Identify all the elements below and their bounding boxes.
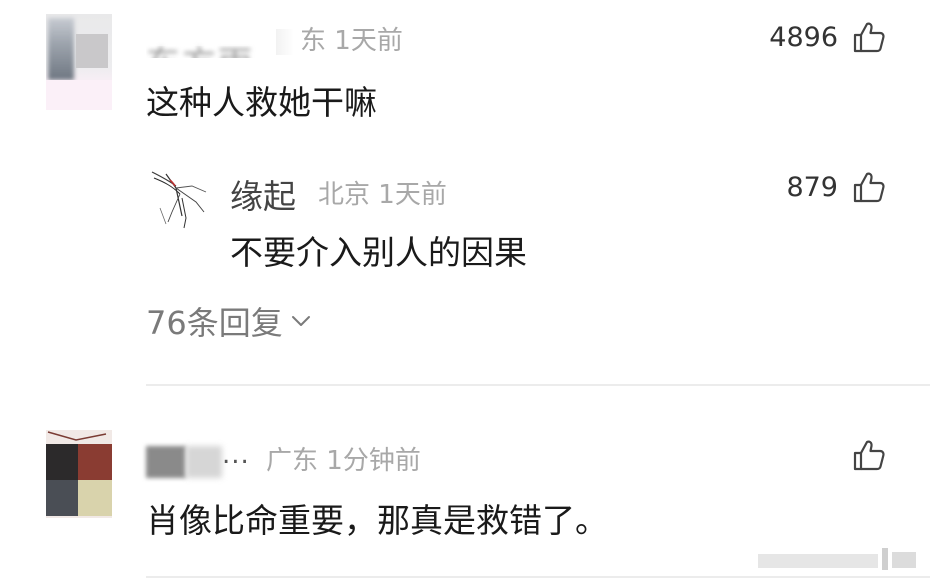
location: 广东	[266, 446, 319, 476]
timestamp: 1天前	[334, 26, 403, 56]
username-suffix: ...	[222, 440, 250, 470]
avatar[interactable]	[46, 14, 112, 110]
username-blurred[interactable]: 东方雨	[146, 22, 268, 58]
comment-text: 肖像比命重要，那真是救错了。	[146, 501, 608, 540]
timestamp: 1天前	[378, 180, 447, 210]
like-count: 4896	[769, 21, 838, 53]
thumbs-up-icon[interactable]	[852, 438, 886, 472]
reply-username[interactable]: 缘起	[230, 170, 296, 218]
view-replies-button[interactable]: 76条回复	[146, 298, 313, 344]
like-button[interactable]: 4896	[769, 20, 886, 54]
chevron-down-icon	[291, 316, 310, 326]
avatar[interactable]	[46, 430, 112, 518]
location: 东	[300, 26, 327, 56]
like-count: 879	[786, 171, 838, 203]
timestamp: 1分钟前	[326, 446, 421, 476]
avatar[interactable]	[146, 168, 212, 234]
comment-text: 这种人救她干嘛	[146, 83, 377, 122]
location: 北京	[318, 180, 371, 210]
username-blurred[interactable]	[146, 444, 226, 478]
reply-meta: 北京 1天前	[318, 174, 447, 211]
reply-like-button[interactable]: 879	[786, 170, 886, 204]
thumbs-up-icon[interactable]	[852, 170, 886, 204]
divider	[146, 576, 930, 578]
comment-section: 东方雨 东 1天前 4896 这种人救她干嘛 缘起 北京 1天前 879	[0, 0, 930, 584]
watermark-icon	[758, 548, 916, 570]
thumbs-up-icon[interactable]	[852, 20, 886, 54]
divider	[146, 384, 930, 386]
reply-text: 不要介入别人的因果	[230, 233, 527, 272]
comment-meta: 广东 1分钟前	[266, 440, 421, 477]
reply-count: 76条回复	[146, 304, 283, 342]
comment-meta: 东 1天前	[276, 20, 403, 57]
